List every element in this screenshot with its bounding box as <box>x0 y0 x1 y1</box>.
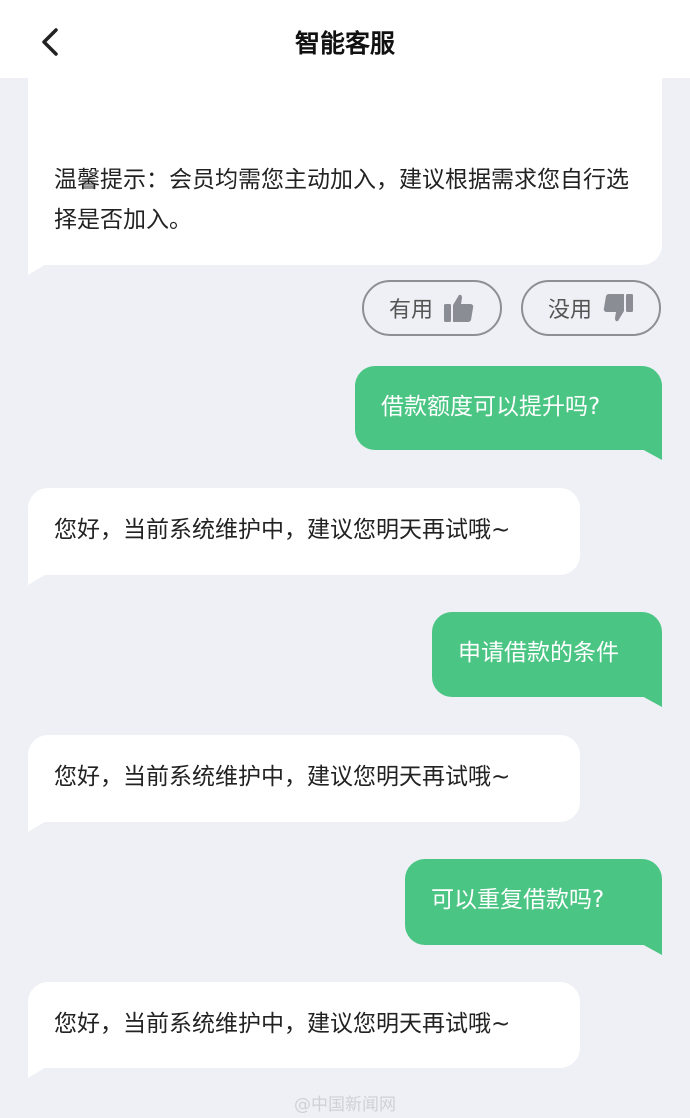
useless-button[interactable]: 没用 <box>521 280 661 336</box>
bot-message: 温馨提示：会员均需您主动加入，建议根据需求您自行选择是否加入。 <box>28 60 662 265</box>
user-message: 借款额度可以提升吗? <box>355 366 662 450</box>
user-message: 可以重复借款吗? <box>405 859 662 945</box>
watermark: @中国新闻网 <box>294 1095 396 1115</box>
bot-message: 您好，当前系统维护中，建议您明天再试哦~ <box>28 488 580 575</box>
thumbs-down-icon <box>603 294 633 322</box>
thumbs-up-icon <box>444 294 474 322</box>
page-title: 智能客服 <box>294 29 395 58</box>
bot-message: 您好，当前系统维护中，建议您明天再试哦~ <box>28 982 580 1068</box>
user-message: 申请借款的条件 <box>432 612 662 697</box>
bot-message: 您好，当前系统维护中，建议您明天再试哦~ <box>28 735 580 822</box>
useful-button[interactable]: 有用 <box>362 280 502 336</box>
